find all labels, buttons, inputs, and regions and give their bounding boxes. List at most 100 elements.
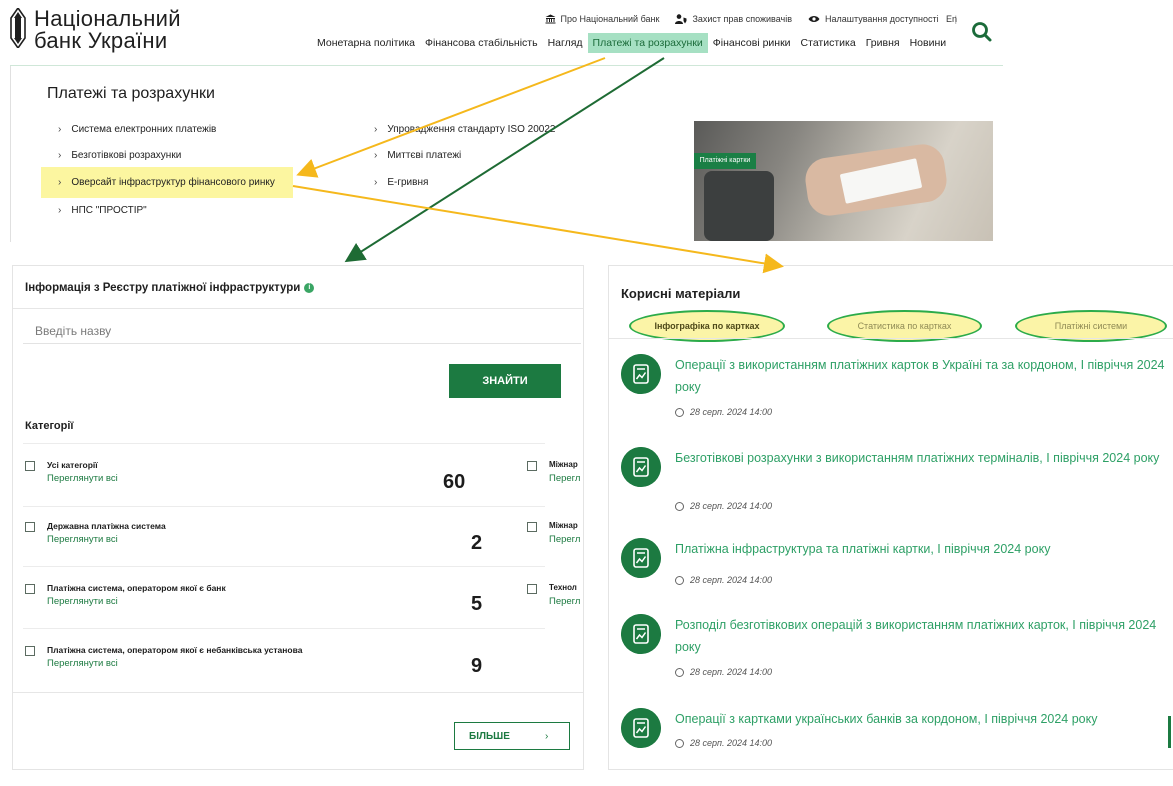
clock-icon	[675, 738, 684, 748]
find-button[interactable]: ЗНАЙТИ	[449, 364, 561, 398]
article-title[interactable]: Безготівкові розрахунки з використанням …	[675, 447, 1170, 469]
divider	[13, 308, 583, 309]
category-name: Державна платіжна система	[47, 521, 166, 531]
category-checkbox[interactable]	[25, 646, 35, 656]
article-date: 28 серп. 2024 14:00	[675, 738, 772, 748]
tab-infographics[interactable]: Інфографіка по картках	[629, 314, 785, 338]
accessibility-label: Налаштування доступності	[825, 14, 939, 24]
article-date-text: 28 серп. 2024 14:00	[690, 501, 773, 511]
dropdown-link-electronic-payments[interactable]: › Система електронних платежів	[58, 124, 216, 135]
category-checkbox[interactable]	[527, 584, 537, 594]
clock-icon	[675, 501, 684, 511]
article-title[interactable]: Операції з використанням платіжних карто…	[675, 354, 1170, 398]
chevron-right-icon: ›	[374, 150, 378, 161]
nav-news[interactable]: Новини	[905, 33, 952, 53]
dropdown-link-label: Оверсайт інфраструктур фінансового ринку	[71, 177, 275, 188]
category-count: 2	[471, 532, 483, 554]
materials-tabs: Інфографіка по картках Статистика по кар…	[609, 310, 1173, 342]
dropdown-link-instant-payments[interactable]: › Миттєві платежі	[374, 150, 461, 161]
article-date-text: 28 серп. 2024 14:00	[690, 738, 773, 748]
utility-links: Про Національний банк Захист прав спожив…	[545, 14, 957, 24]
dropdown-link-noncash[interactable]: › Безготівкові розрахунки	[58, 150, 181, 161]
clock-icon	[675, 575, 684, 585]
view-all-link[interactable]: Перегл	[549, 534, 580, 545]
category-checkbox[interactable]	[25, 522, 35, 532]
logo-line-1: Національний	[34, 6, 181, 31]
article-title[interactable]: Платіжна інфраструктура та платіжні карт…	[675, 538, 1170, 560]
dropdown-link-label: Система електронних платежів	[71, 124, 217, 135]
about-link-label: Про Національний банк	[560, 14, 660, 24]
dropdown-link-e-hryvnia[interactable]: › Е-гривня	[374, 177, 428, 188]
view-all-link[interactable]: Переглянути всі	[47, 596, 118, 607]
category-name: Платіжна система, оператором якої є неба…	[47, 645, 303, 655]
category-count: 9	[471, 655, 483, 677]
category-checkbox[interactable]	[527, 522, 537, 532]
materials-title: Корисні матеріали	[621, 286, 741, 301]
category-count: 60	[443, 471, 466, 493]
registry-title: Інформація з Реєстру платіжної інфрастру…	[25, 282, 315, 294]
document-chart-icon	[621, 614, 661, 654]
view-all-link[interactable]: Переглянути всі	[47, 534, 118, 545]
chevron-right-icon: ›	[545, 730, 549, 742]
view-all-link[interactable]: Переглянути всі	[47, 658, 118, 669]
main-nav: Монетарна політика Фінансова стабільніст…	[312, 33, 951, 53]
clock-icon	[675, 667, 684, 677]
payment-terminal-image	[704, 171, 774, 241]
info-icon[interactable]: i	[304, 283, 315, 293]
nbu-logo[interactable]: Національний банк України	[10, 8, 181, 52]
article-title[interactable]: Розподіл безготівкових операцій з викори…	[675, 614, 1170, 658]
article-date: 28 серп. 2024 14:00	[675, 575, 772, 585]
more-button[interactable]: БІЛЬШЕ ›	[454, 722, 570, 750]
search-icon[interactable]	[970, 20, 994, 44]
registry-search-input[interactable]	[23, 318, 581, 344]
materials-panel: Корисні матеріали Інфографіка по картках…	[608, 265, 1173, 770]
nav-payments[interactable]: Платежі та розрахунки	[587, 33, 708, 53]
nav-financial-markets[interactable]: Фінансові ринки	[708, 33, 796, 53]
document-chart-icon	[621, 538, 661, 578]
divider	[23, 566, 545, 567]
category-count: 5	[471, 593, 483, 615]
language-switch[interactable]: En	[946, 14, 957, 24]
registry-panel: Інформація з Реєстру платіжної інфрастру…	[12, 265, 584, 770]
promo-tag: Платіжні картки	[694, 153, 756, 169]
more-button-label: БІЛЬШЕ	[469, 730, 510, 742]
nav-hryvnia[interactable]: Гривня	[861, 33, 905, 53]
chevron-right-icon: ›	[58, 205, 62, 216]
view-all-link[interactable]: Перегл	[549, 473, 580, 484]
divider	[23, 506, 545, 507]
dropdown-link-label: Е-гривня	[387, 177, 429, 188]
category-checkbox[interactable]	[25, 584, 35, 594]
article-date: 28 серп. 2024 14:00	[675, 667, 772, 677]
eye-icon	[808, 16, 820, 22]
nav-statistics[interactable]: Статистика	[796, 33, 861, 53]
tabs-divider	[609, 338, 1173, 339]
category-checkbox[interactable]	[25, 461, 35, 471]
dropdown-link-oversight[interactable]: › Оверсайт інфраструктур фінансового ринк…	[58, 177, 275, 188]
document-chart-icon	[621, 708, 661, 748]
article-title[interactable]: Операції з картками українських банків з…	[675, 708, 1170, 730]
category-checkbox[interactable]	[527, 461, 537, 471]
tab-card-statistics[interactable]: Статистика по картках	[827, 314, 982, 338]
view-all-link[interactable]: Переглянути всі	[47, 473, 118, 484]
about-link[interactable]: Про Національний банк	[545, 14, 660, 24]
page: Національний банк України Про Національн…	[0, 0, 1173, 786]
payment-cards-promo[interactable]: Платіжні картки	[694, 121, 993, 241]
chevron-right-icon: ›	[58, 124, 62, 135]
bank-building-icon	[545, 14, 555, 24]
document-chart-icon	[621, 447, 661, 487]
view-all-link[interactable]: Перегл	[549, 596, 580, 607]
consumer-protection-link[interactable]: Захист прав споживачів	[675, 14, 792, 24]
dropdown-link-prostir[interactable]: › НПС "ПРОСТІР"	[58, 205, 147, 216]
article-date-text: 28 серп. 2024 14:00	[690, 407, 773, 417]
tab-payment-systems[interactable]: Платіжні системи	[1015, 314, 1167, 338]
nav-supervision[interactable]: Нагляд	[543, 33, 588, 53]
dropdown-link-label: Упровадження стандарту ISO 20022	[387, 124, 556, 135]
document-chart-icon	[621, 354, 661, 394]
accessibility-link[interactable]: Налаштування доступності	[808, 14, 939, 24]
side-scroll-button[interactable]	[1168, 716, 1171, 748]
nav-monetary-policy[interactable]: Монетарна політика	[312, 33, 420, 53]
consumer-protection-label: Захист прав споживачів	[692, 14, 792, 24]
nav-financial-stability[interactable]: Фінансова стабільність	[420, 33, 543, 53]
dropdown-link-iso20022[interactable]: › Упровадження стандарту ISO 20022	[374, 124, 555, 135]
article-date: 28 серп. 2024 14:00	[675, 407, 772, 417]
